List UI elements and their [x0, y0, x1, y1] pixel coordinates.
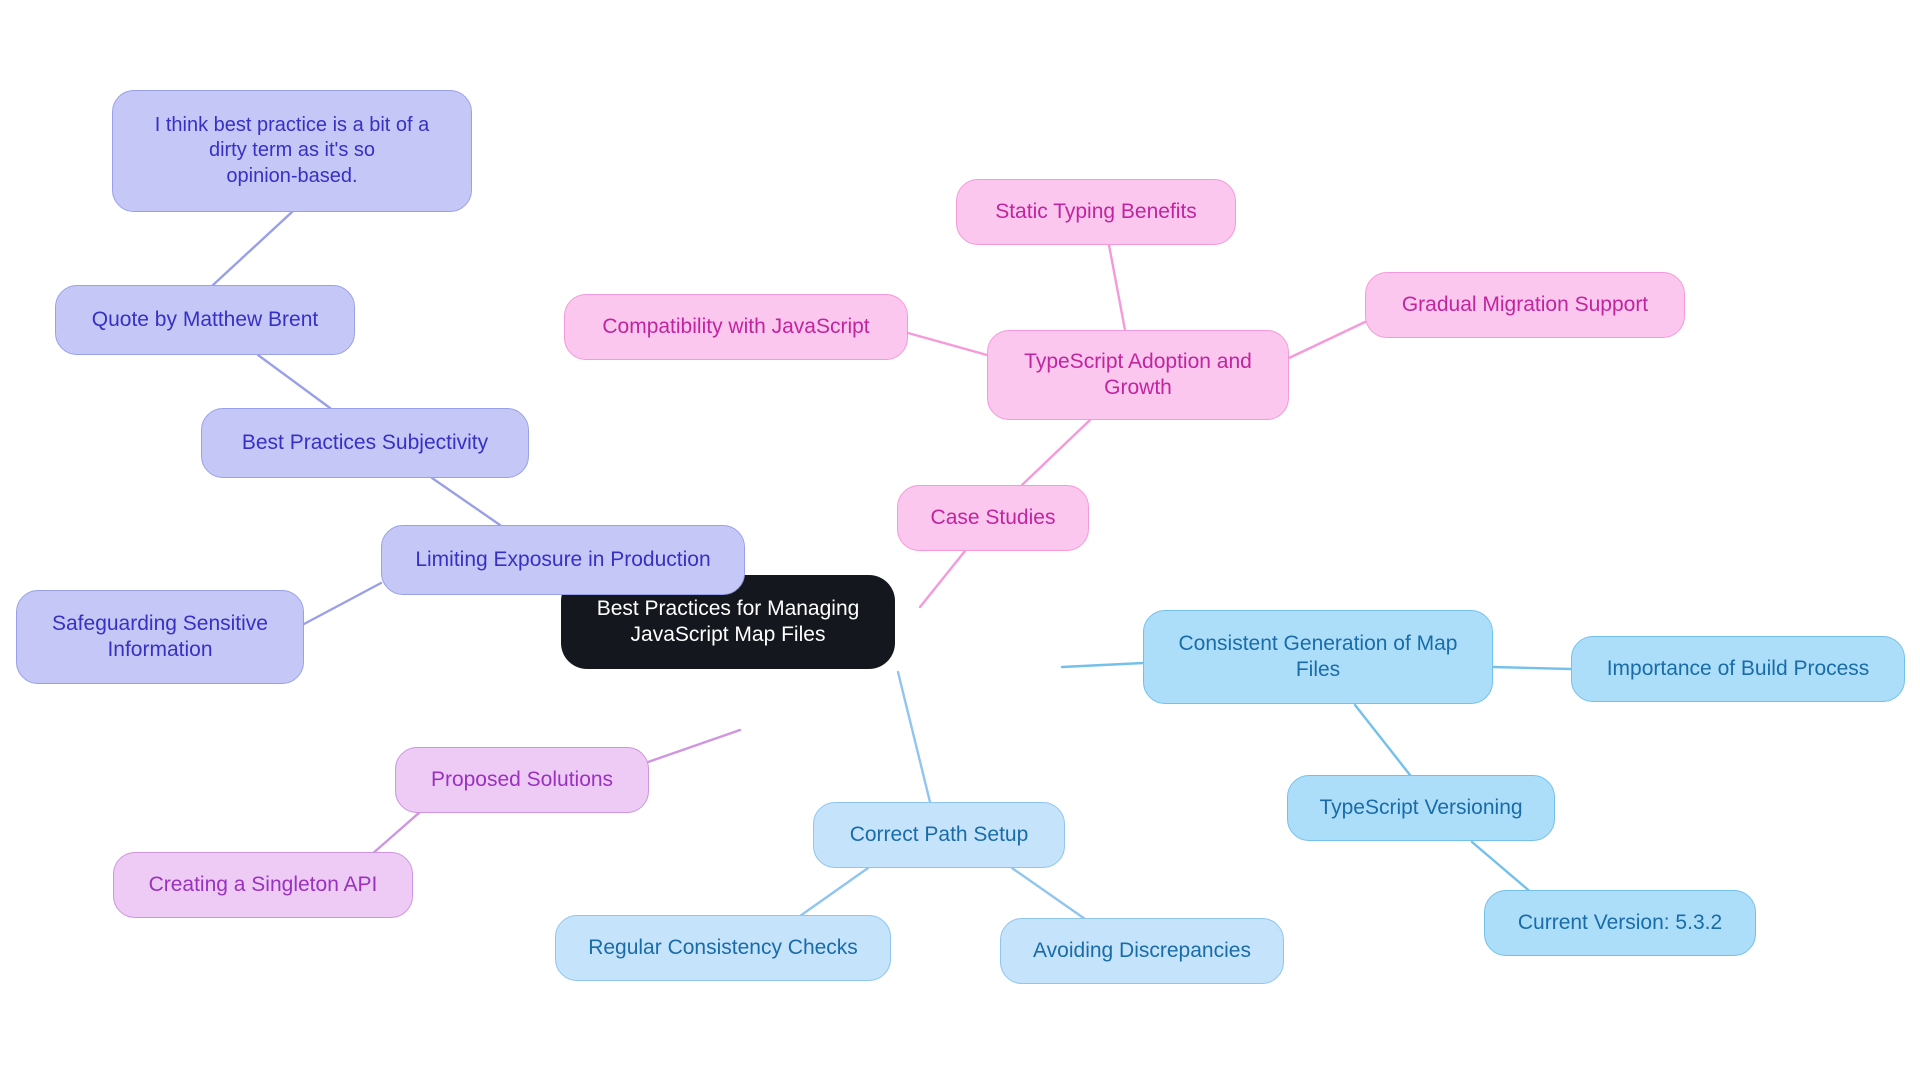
mindmap-node-compatibility_js[interactable]: Compatibility with JavaScript [564, 294, 908, 360]
mindmap-node-quote_author[interactable]: Quote by Matthew Brent [55, 285, 355, 355]
mindmap-node-correct_path_setup[interactable]: Correct Path Setup [813, 802, 1065, 868]
mindmap-node-safeguarding_info[interactable]: Safeguarding Sensitive Information [16, 590, 304, 684]
mindmap-node-layer: Best Practices for Managing JavaScript M… [0, 0, 1920, 1083]
mindmap-node-best_practices_subjectivity[interactable]: Best Practices Subjectivity [201, 408, 529, 478]
mindmap-node-proposed_solutions[interactable]: Proposed Solutions [395, 747, 649, 813]
mindmap-node-static_typing[interactable]: Static Typing Benefits [956, 179, 1236, 245]
mindmap-node-current_version[interactable]: Current Version: 5.3.2 [1484, 890, 1756, 956]
mindmap-node-consistent_generation[interactable]: Consistent Generation of Map Files [1143, 610, 1493, 704]
mindmap-node-gradual_migration[interactable]: Gradual Migration Support [1365, 272, 1685, 338]
mindmap-node-avoiding_discrepancies[interactable]: Avoiding Discrepancies [1000, 918, 1284, 984]
mindmap-node-ts_adoption[interactable]: TypeScript Adoption and Growth [987, 330, 1289, 420]
mindmap-node-regular_consistency[interactable]: Regular Consistency Checks [555, 915, 891, 981]
mindmap-node-singleton_api[interactable]: Creating a Singleton API [113, 852, 413, 918]
mindmap-node-importance_build[interactable]: Importance of Build Process [1571, 636, 1905, 702]
mindmap-canvas: Best Practices for Managing JavaScript M… [0, 0, 1920, 1083]
mindmap-node-case_studies[interactable]: Case Studies [897, 485, 1089, 551]
mindmap-node-quote_text[interactable]: I think best practice is a bit of a dirt… [112, 90, 472, 212]
mindmap-node-limiting_exposure[interactable]: Limiting Exposure in Production [381, 525, 745, 595]
mindmap-node-ts_versioning[interactable]: TypeScript Versioning [1287, 775, 1555, 841]
